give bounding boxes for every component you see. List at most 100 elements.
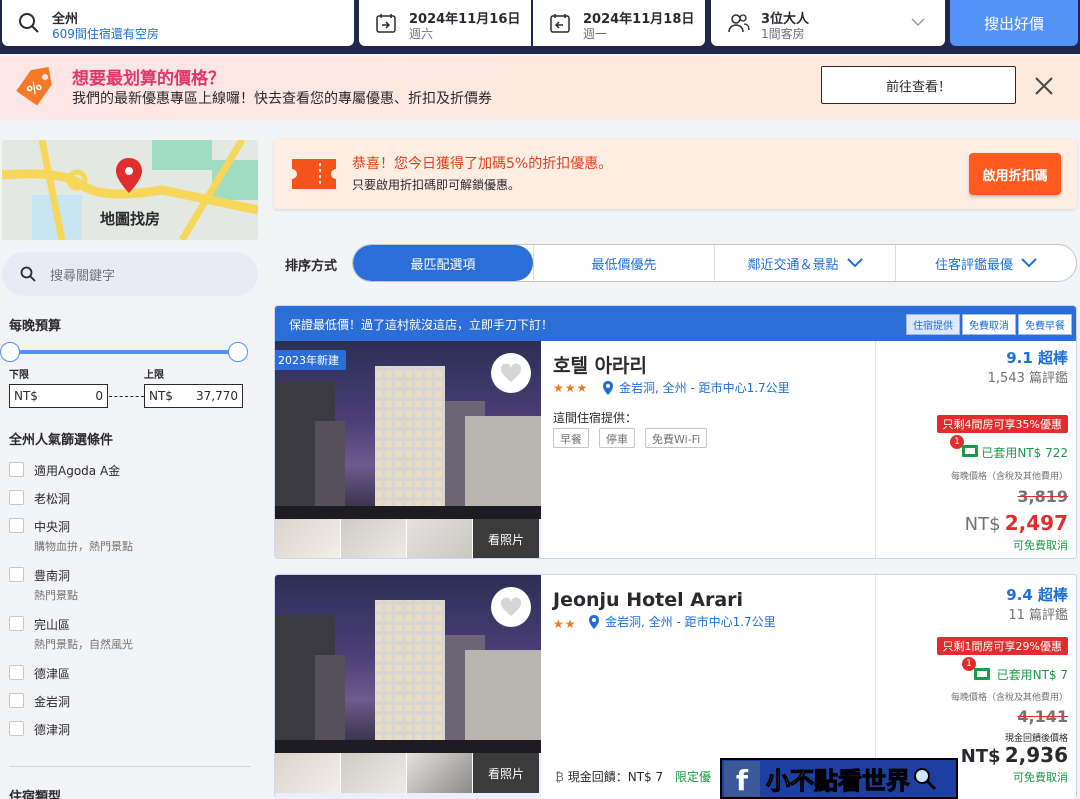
filter-sublabel: 熱門景點 [34, 589, 78, 602]
search-icon [20, 266, 36, 282]
discount-tag-icon: % [16, 66, 52, 106]
filters-heading: 全州人氣篩選條件 [9, 433, 114, 448]
sort-label: 排序方式 [285, 259, 338, 274]
blog-watermark: f 小不點看世界 [720, 758, 958, 799]
checkin-field[interactable]: 2024年11月16日 週六 [359, 0, 531, 46]
checkout-field[interactable]: 2024年11月18日 週一 [533, 0, 705, 46]
search-icon [19, 13, 39, 33]
type-heading: 住宿類型 [9, 790, 62, 799]
sort-best-match[interactable]: 最匹配選項 [353, 245, 533, 281]
guests-field[interactable]: 3位大人 1間客房 [711, 0, 945, 46]
star-rating: ★★ [553, 617, 577, 631]
keyword-search-input[interactable]: 搜尋關鍵字 [2, 252, 258, 296]
deal-badge: 只剩1間房可享29%優惠 [936, 637, 1068, 655]
location-pin-icon [589, 615, 599, 629]
price-guarantee-banner: 保證最低價！過了這村就沒這店，立即手刀下訂！ 住宿提供 免費取消 免費早餐 [275, 306, 1076, 341]
min-currency: NT$ [14, 389, 38, 403]
facebook-logo-icon: f [724, 760, 760, 797]
search-button[interactable]: 搜出好價 [950, 0, 1078, 46]
coupon-icon [974, 668, 990, 680]
filter-checkbox[interactable] [9, 665, 24, 680]
favorite-button[interactable] [491, 353, 531, 393]
photo-thumbnail[interactable] [341, 753, 407, 793]
filter-label: 完山區 [34, 618, 71, 632]
calendar-out-icon [550, 14, 570, 33]
ticket-icon [292, 159, 336, 189]
coupon-banner: 恭喜！您今日獲得了加碼5%的折扣優惠。 只要啟用折扣碼即可解鎖優惠。 啟用折扣碼 [274, 139, 1077, 209]
chevron-down-icon [911, 18, 925, 27]
map-label: 地圖找房 [99, 210, 160, 228]
cashback-row: ₿ 現金回饋：NT$ 7 限定優 [555, 768, 711, 785]
hotel-location[interactable]: 金岩洞, 全州 - 距市中心1.7公里 [605, 613, 776, 630]
price-divider [109, 396, 144, 397]
photo-thumbnail[interactable] [275, 519, 341, 558]
filter-checkbox[interactable] [9, 490, 24, 505]
guarantee-tags: 住宿提供 免費取消 免費早餐 [904, 314, 1072, 335]
destination-field[interactable]: 全州 609間住宿還有空房 [2, 0, 354, 46]
photo-thumbnail[interactable] [407, 519, 473, 558]
star-rating: ★★★ [553, 381, 589, 395]
guarantee-tag: 免費取消 [962, 314, 1016, 335]
hotel-location[interactable]: 金岩洞, 全州 - 距市中心1.7公里 [619, 379, 790, 396]
price-amount: 2,497 [1004, 511, 1068, 535]
per-night-note: 每晚價格（含稅及其他費用） [950, 472, 1068, 482]
filter-checkbox[interactable] [9, 616, 24, 631]
promo-text: 我們的最新優惠專區上線囉！快去查看您的專屬優惠、折扣及折價券 [72, 91, 492, 107]
amenity-chip: 早餐 [553, 428, 589, 448]
filter-sublabel: 購物血拚，熱門景點 [34, 540, 133, 553]
magnifier-icon [914, 767, 937, 790]
filter-label: 德津區 [34, 667, 71, 681]
free-cancel-note: 可免費取消 [1013, 539, 1068, 552]
price-amount: 2,936 [1004, 743, 1068, 767]
guarantee-tag: 住宿提供 [906, 314, 960, 335]
per-night-note: 每晚價格（含稅及其他費用） [950, 693, 1068, 703]
min-price-input[interactable]: NT$ 0 [9, 384, 108, 408]
map-search[interactable]: 地圖找房 [2, 140, 258, 240]
availability-text: 609間住宿還有空房 [52, 27, 159, 41]
filter-checkbox[interactable] [9, 721, 24, 736]
max-label: 上限 [144, 370, 164, 381]
photo-thumbnail[interactable] [275, 753, 341, 793]
filter-checkbox[interactable] [9, 693, 24, 708]
coupon-icon [962, 445, 978, 457]
hotel-name[interactable]: Jeonju Hotel Arari [553, 589, 743, 611]
price-currency: NT$ [964, 514, 1001, 535]
view-photos-button[interactable]: 看照片 [473, 519, 539, 558]
filter-checkbox[interactable] [9, 567, 24, 582]
limited-offer-text: 限定優 [674, 770, 711, 784]
promo-title: 想要最划算的價格？ [72, 69, 225, 89]
filter-checkbox[interactable] [9, 462, 24, 477]
filter-label: 金岩洞 [34, 695, 71, 709]
search-bar: 全州 609間住宿還有空房 2024年11月16日 週六 2024年11月18日… [0, 0, 1080, 54]
view-photos-button[interactable]: 看照片 [473, 753, 539, 793]
hotel-name[interactable]: 호텔 아라리 [553, 351, 647, 378]
max-price-input[interactable]: NT$ 37,770 [144, 384, 243, 408]
review-score[interactable]: 9.1 超棒 [1006, 347, 1068, 368]
filter-checkbox[interactable] [9, 518, 24, 533]
review-score[interactable]: 9.4 超棒 [1006, 584, 1068, 605]
favorite-button[interactable] [491, 587, 531, 627]
sort-top-reviewed[interactable]: 住客評鑑最優 [895, 245, 1076, 281]
amenity-chip: 免費Wi-Fi [645, 428, 708, 448]
budget-slider-track[interactable] [10, 350, 238, 354]
photo-thumbnail[interactable] [341, 519, 407, 558]
cashback-icon: ₿ [555, 770, 564, 784]
sort-lowest-price[interactable]: 最低價優先 [533, 245, 714, 281]
budget-min-handle[interactable] [0, 342, 20, 362]
hotel-card[interactable]: 保證最低價！過了這村就沒這店，立即手刀下訂！ 住宿提供 免費取消 免費早餐 20… [274, 305, 1077, 559]
close-icon[interactable] [1032, 74, 1056, 98]
photo-thumbnail[interactable] [407, 753, 473, 793]
budget-max-handle[interactable] [228, 342, 248, 362]
sort-nearby[interactable]: 鄰近交通＆景點 [714, 245, 895, 281]
promo-view-button[interactable]: 前往查看！ [821, 66, 1016, 104]
activate-coupon-button[interactable]: 啟用折扣碼 [969, 153, 1061, 195]
filter-label: 老松洞 [34, 492, 71, 506]
photo-thumbnails: 看照片 [275, 753, 541, 793]
checkin-day: 週六 [409, 27, 434, 41]
free-cancel-note: 可免費取消 [1013, 771, 1068, 784]
sort-option-label: 最低價優先 [591, 257, 657, 273]
rooms-value: 1間客房 [761, 27, 805, 41]
sort-option-label: 最匹配選項 [410, 257, 476, 273]
filter-label: 適用Agoda A金 [34, 464, 121, 478]
checkout-day: 週一 [583, 27, 608, 41]
